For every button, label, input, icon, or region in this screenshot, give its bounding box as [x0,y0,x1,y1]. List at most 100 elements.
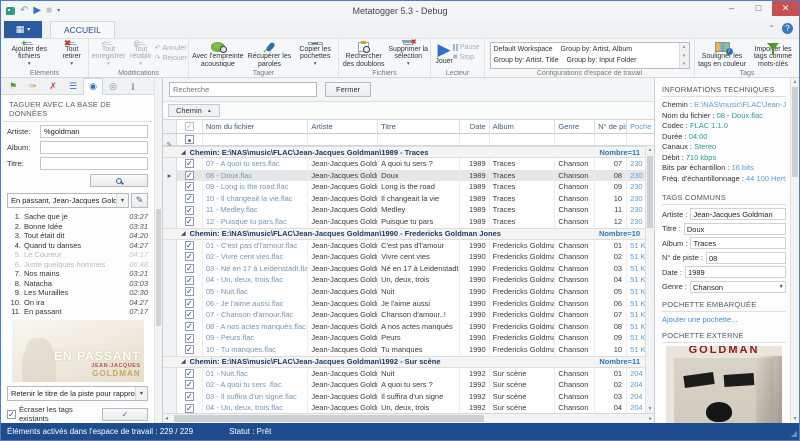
app-menu-button[interactable]: ▦▾ [4,21,42,38]
workspace-item[interactable]: Group by: Artist, Album [561,44,633,55]
scrollbar-thumb[interactable] [647,156,653,228]
row-checkbox[interactable] [185,345,194,354]
row-checkbox[interactable] [185,264,194,273]
table-row[interactable]: 03 - Né en 17 à Leidenstadt.flacJean-Jac… [163,263,654,275]
tag-genre-select[interactable]: Chanson▼ [690,281,786,293]
table-horizontal-scrollbar[interactable]: ◂ ▸ [163,413,654,423]
group-row[interactable]: ◢Chemin: E:\NAS\music\FLAC\Jean-Jacques … [163,228,654,240]
row-checkbox[interactable] [185,241,194,250]
left-panel-scrollbar[interactable] [154,78,162,423]
overwrite-tags-checkbox[interactable] [7,410,16,419]
play-button[interactable]: ▶ Jouer [435,40,453,68]
filter-checkbox[interactable] [185,135,194,144]
find-duplicates-button[interactable]: Rechercher des doublons [340,40,387,68]
column-header-track[interactable]: N° de piste [595,120,627,133]
column-header-artist[interactable]: Artiste [308,120,378,133]
row-checkbox[interactable] [185,392,194,401]
scroll-down-icon[interactable]: ▼ [791,416,799,422]
table-row[interactable]: 04 - Un, deux, trois.flacJean-Jacques Go… [163,274,654,286]
delete-selection-button[interactable]: Supprimer la sélection▾ [387,40,429,68]
row-checkbox[interactable] [185,287,194,296]
tab-rename[interactable]: I [123,78,143,95]
track-item[interactable]: 2.Bonne Idée03:31 [7,222,148,232]
right-panel-scrollbar[interactable]: ▲ ▼ [790,78,799,423]
scrollbar-thumb[interactable] [174,415,484,422]
album-field[interactable] [40,141,148,154]
collapse-icon[interactable]: ◢ [181,149,186,156]
edit-album-button[interactable]: ✎ [131,193,148,208]
table-row[interactable]: 08 - A nos actes manqués.flacJean-Jacque… [163,321,654,333]
collapse-icon[interactable]: ◢ [181,230,186,237]
workspace-item[interactable]: Group by: Artist, Title [494,55,559,66]
track-item[interactable]: 1.Sache que je03:27 [7,212,148,222]
save-all-button[interactable]: ✓ Tout enregistrer▾ [90,40,127,68]
scroll-down-icon[interactable]: ▾ [680,53,689,59]
tag-value-input[interactable]: Doux [684,223,786,235]
table-row[interactable]: 05 - Nuit.flacJean-Jacques GoldmanNuit19… [163,286,654,298]
table-row[interactable]: 12 - Puisque tu pars.flacJean-Jacques Go… [163,216,654,228]
row-checkbox[interactable] [185,322,194,331]
filter-row[interactable]: ✎ [163,134,654,146]
workspace-list[interactable]: Default Workspace Group by: Artist, Albu… [490,42,690,69]
tag-value-input[interactable]: 08 [706,252,786,264]
group-row[interactable]: ◢Chemin: E:\NAS\music\FLAC\Jean-Jacques … [163,356,654,368]
track-item[interactable]: 5.Le Coureur04:17 [7,250,148,260]
group-by-chip[interactable]: Chemin▲ [168,104,220,117]
row-checkbox[interactable] [185,380,194,389]
scroll-up-icon[interactable]: ▲ [791,79,799,85]
filter-cell[interactable] [203,134,309,145]
help-button[interactable]: ? [782,23,793,34]
track-item[interactable]: 9.Les Murailles02:30 [7,288,148,298]
table-row[interactable]: 10 - Il changeait la vie.flacJean-Jacque… [163,193,654,205]
search-input[interactable] [169,82,317,97]
column-header-cover[interactable]: Poche [627,120,654,133]
scrollbar-thumb[interactable] [792,87,798,177]
chevron-down-icon[interactable]: ▼ [116,194,128,207]
filter-cell[interactable] [308,134,378,145]
scroll-up-icon[interactable]: ▴ [680,44,689,50]
tab-list[interactable]: ☰ [63,78,83,95]
row-checkbox[interactable] [185,369,194,378]
workspace-scrollbar[interactable]: ▴ ▾ ▾ [679,43,689,68]
row-checkbox[interactable] [185,252,194,261]
column-header-genre[interactable]: Genre [555,120,595,133]
table-row[interactable]: 02 - A quoi tu sers .flacJean-Jacques Go… [163,379,654,391]
column-header-date[interactable]: Date [460,120,490,133]
track-item[interactable]: 11.En passant07:17 [7,307,148,317]
close-search-button[interactable]: Fermer [325,82,371,97]
filter-cell[interactable] [490,134,556,145]
database-search-button[interactable] [90,174,148,187]
close-button[interactable]: ✕ [772,1,799,16]
row-checkbox[interactable] [185,404,194,413]
workspace-item[interactable]: Default Workspace [494,44,553,55]
tag-value-input[interactable]: Jean-Jacques Goldman [690,208,786,220]
stop-playback-button[interactable]: ■Stop [453,53,480,61]
maximize-button[interactable]: □ [745,1,772,16]
match-mode-select[interactable]: Retenir le titre de la piste pour rappro… [7,386,148,401]
table-row[interactable]: 07 - Chanson d'amour.flacJean-Jacques Go… [163,309,654,321]
track-item[interactable]: 4.Quand tu danses04:27 [7,241,148,251]
filter-cell[interactable] [460,134,490,145]
track-item[interactable]: 10.On ira04:27 [7,298,148,308]
collapse-ribbon-button[interactable]: ⌃ [768,24,775,33]
column-header-file[interactable]: Nom du fichier [203,120,309,133]
filter-cell[interactable] [378,134,460,145]
restore-all-button[interactable]: ⊘ Tout rétablir▾ [127,40,155,68]
table-row[interactable]: 02 - Vivre cent vies.flacJean-Jacques Go… [163,251,654,263]
tab-remove-tags[interactable]: ✗ [43,78,63,95]
redo-button[interactable]: ↷Rejouer [155,54,187,62]
add-files-button[interactable]: + Ajouter des fichiers▾ [2,40,56,68]
track-item[interactable]: 3.Tout était dit04:20 [7,231,148,241]
table-row[interactable]: 01 - C'est pas d'l'amour.flacJean-Jacque… [163,240,654,252]
row-checkbox[interactable] [185,206,194,215]
column-header-album[interactable]: Album [490,120,556,133]
table-row[interactable]: 11 - Medley.flacJean-Jacques GoldmanMedl… [163,204,654,216]
table-row[interactable]: 10 - Tu manques.flacJean-Jacques Goldman… [163,344,654,356]
table-row[interactable]: ▸08 - Doux.flacJean-Jacques GoldmanDoux1… [163,170,654,182]
row-checkbox[interactable] [185,276,194,285]
artist-field[interactable] [40,125,148,138]
overflow-icon[interactable]: ▾ [680,61,689,67]
filter-cell[interactable] [595,134,627,145]
undo-button[interactable]: ↶Annuler [155,44,187,52]
table-row[interactable]: 07 - A quoi tu sers.flacJean-Jacques Gol… [163,158,654,170]
